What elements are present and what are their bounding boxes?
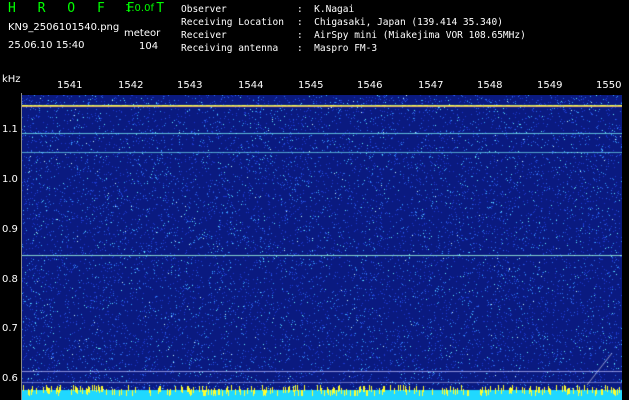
meta-label: Receiver <box>181 30 227 41</box>
meta-label: Receiving Location <box>181 17 284 28</box>
file-name: KN9_2506101540.png <box>8 22 120 33</box>
meta-row-antenna: Receiving antenna: Maspro FM-3 <box>181 43 378 54</box>
meteor-count: 104 <box>139 41 159 52</box>
app-version: 1.0.0f <box>125 3 154 14</box>
meta-row-observer: Observer: K.Nagai <box>181 4 355 15</box>
meta-value: AirSpy mini (Miakejima VOR 108.65MHz) <box>314 30 526 41</box>
freq-tick-label: 1.0 <box>2 174 18 185</box>
timestamp: 25.06.10 15:40 <box>8 40 85 51</box>
freq-tick-label: 0.6 <box>2 373 18 384</box>
freq-tick-label: 0.9 <box>2 224 18 235</box>
time-tick-label: 1546 <box>357 80 383 91</box>
meta-value: Chigasaki, Japan (139.414 35.340) <box>314 17 503 28</box>
time-tick-label: 1548 <box>477 80 503 91</box>
meta-label: Receiving antenna <box>181 43 279 54</box>
time-tick-label: 1549 <box>537 80 563 91</box>
meta-row-receiver: Receiver: AirSpy mini (Miakejima VOR 108… <box>181 30 526 41</box>
spectrogram-canvas <box>22 95 622 400</box>
meta-value: K.Nagai <box>314 4 355 15</box>
time-tick-label: 1550 <box>596 80 622 91</box>
time-tick-label: 1545 <box>298 80 324 91</box>
freq-tick-label: 0.8 <box>2 274 18 285</box>
freq-tick-label: 0.7 <box>2 323 18 334</box>
meta-value: Maspro FM-3 <box>314 43 378 54</box>
time-tick-label: 1544 <box>238 80 264 91</box>
freq-tick-label: 1.1 <box>2 124 18 135</box>
meta-row-location: Receiving Location: Chigasaki, Japan (13… <box>181 17 503 28</box>
time-tick-label: 1542 <box>118 80 144 91</box>
header-panel: H R O F F T 1.0.0f KN9_2506101540.png 25… <box>0 0 629 73</box>
freq-unit-label: kHz <box>2 74 21 85</box>
time-tick-label: 1547 <box>418 80 444 91</box>
meteor-label: meteor <box>124 28 161 39</box>
time-tick-label: 1543 <box>177 80 203 91</box>
station-info: Observer: K.Nagai Receiving Location: Ch… <box>181 3 526 55</box>
time-tick-label: 1541 <box>57 80 83 91</box>
meta-label: Observer <box>181 4 227 15</box>
